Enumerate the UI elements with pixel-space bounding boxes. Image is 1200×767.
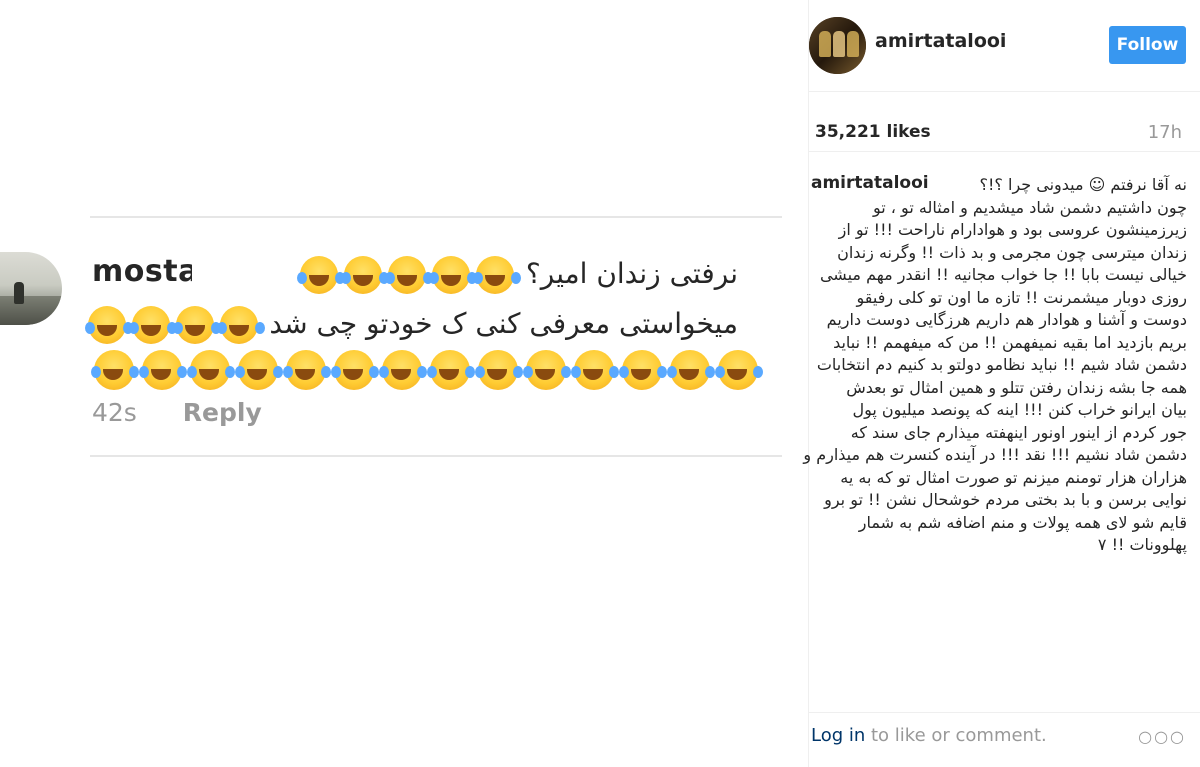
caption-line: خیالی نیست بابا !! جا خواب مجانیه !! انق… [819, 265, 1187, 284]
face-with-tears-of-joy-icon [331, 350, 374, 390]
divider-top [90, 216, 782, 218]
follow-button[interactable]: Follow [1109, 26, 1186, 64]
face-with-tears-of-joy-icon [384, 256, 426, 294]
likes-count[interactable]: 35,221 likes [815, 122, 931, 142]
face-with-tears-of-joy-icon [523, 350, 566, 390]
comment-line-1-text: نرفتی زندان امیر؟ [525, 257, 738, 290]
comment-time: 42s [92, 398, 137, 427]
caption-line: پهلوونات !! ۷ [1097, 535, 1187, 554]
caption-line: جور کردم از اینور اونور اینهفته میذارم ج… [850, 422, 1187, 442]
face-with-tears-of-joy-icon [667, 350, 710, 390]
reply-button[interactable]: Reply [183, 398, 262, 427]
face-with-tears-of-joy-icon [715, 350, 758, 390]
caption-line: دشمن شاد شیم !! نباید نظامو دولتو بد کنی… [816, 355, 1187, 374]
face-with-tears-of-joy-icon [139, 350, 182, 390]
post-footer: Log in to like or comment. ○○○ [809, 712, 1200, 767]
post-sidebar: amirtatalooi Follow 35,221 likes 17h ami… [803, 0, 1200, 767]
face-with-tears-of-joy-icon [571, 350, 614, 390]
login-link[interactable]: Log in [811, 725, 865, 746]
face-with-tears-of-joy-icon [128, 306, 170, 344]
caption-line: چون داشتیم دشمن شاد میشدیم و امثاله تو ،… [873, 197, 1187, 217]
emoji-row-3 [90, 350, 762, 390]
comment-line-2-text: میخواستی معرفی کنی ک خودتو چی شد [269, 307, 738, 340]
caption-line: نوایی برسن و با بد بختی مردم خوشحال نشن … [824, 490, 1187, 509]
face-with-tears-of-joy-icon [91, 350, 134, 390]
face-with-tears-of-joy-icon [296, 256, 338, 294]
face-with-tears-of-joy-icon [472, 256, 514, 294]
post-username[interactable]: amirtatalooi [875, 30, 1006, 52]
face-with-tears-of-joy-icon [172, 306, 214, 344]
face-with-tears-of-joy-icon [379, 350, 422, 390]
post-image: mostafa نرفتی زندان امیر؟ میخواستی معرفی… [0, 0, 808, 767]
caption-line: نه آقا نرفتم ☺ میدونی چرا ؟!؟ [979, 175, 1187, 194]
face-with-tears-of-joy-icon [187, 350, 230, 390]
comment-line-2: میخواستی معرفی کنی ک خودتو چی شد [84, 306, 738, 344]
comment-line-1: نرفتی زندان امیر؟ [296, 256, 738, 294]
post-age[interactable]: 17h [1148, 122, 1182, 143]
post-header: amirtatalooi Follow [809, 0, 1200, 92]
face-with-tears-of-joy-icon [427, 350, 470, 390]
caption-line: همه جا بشه زندان رفتن تتلو و همین امثال … [846, 377, 1187, 397]
likes-row: 35,221 likes 17h [809, 112, 1200, 152]
face-with-tears-of-joy-icon [84, 306, 126, 344]
caption-line: هزاران هزار تومنم میزنم تو صورت امثال تو… [840, 467, 1187, 487]
caption-line: بریم بازدید اما بقیه نمیفهمن !! من که می… [833, 332, 1187, 352]
face-with-tears-of-joy-icon [475, 350, 518, 390]
more-options-icon[interactable]: ○○○ [1138, 727, 1186, 746]
caption-line: زندان میترسی چون مجرمی و بد ذات !! وگرنه… [837, 242, 1187, 262]
login-prompt: Log in to like or comment. [811, 725, 1047, 746]
face-with-tears-of-joy-icon [428, 256, 470, 294]
emoji-group-1 [296, 256, 517, 294]
user-avatar[interactable] [809, 17, 866, 74]
commenter-avatar[interactable] [0, 252, 62, 325]
caption-line: دوست و آشنا و هوادار هم داریم هرزگایی دو… [826, 310, 1187, 329]
face-with-tears-of-joy-icon [235, 350, 278, 390]
commenter-username[interactable]: mostafa [92, 254, 192, 289]
caption-line: زیرزمینشون عروسی بود و هوادارام ناراحت !… [838, 220, 1187, 239]
face-with-tears-of-joy-icon [619, 350, 662, 390]
caption-line: دشمن شاد نشیم !!! نقد !!! در آینده کنسرت… [803, 445, 1187, 464]
caption-line: قایم شو لای همه پولات و منم اضافه شم به … [858, 512, 1187, 532]
face-with-tears-of-joy-icon [340, 256, 382, 294]
caption-username[interactable]: amirtatalooi [811, 173, 929, 193]
caption-line: روزی دوبار میشمرنت !! تازه ما اون تو کلی… [856, 287, 1187, 307]
comment-meta: 42s Reply [92, 398, 262, 427]
login-prompt-rest: to like or comment. [865, 725, 1047, 746]
face-with-tears-of-joy-icon [216, 306, 258, 344]
face-with-tears-of-joy-icon [283, 350, 326, 390]
divider-bottom [90, 455, 782, 457]
emoji-group-2 [84, 306, 261, 344]
caption-line: بیان ایرانو خراب کنن !!! اینه که پونصد م… [852, 400, 1188, 419]
